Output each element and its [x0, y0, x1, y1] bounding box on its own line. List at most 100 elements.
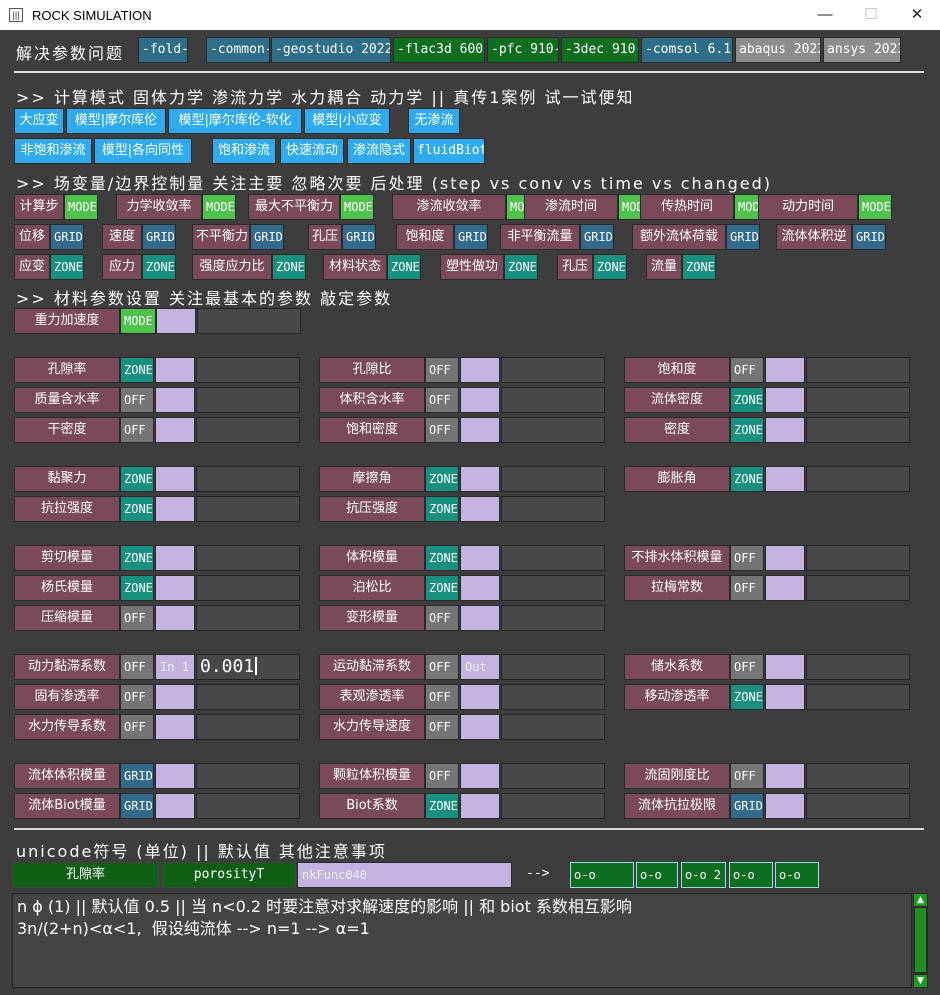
param-value-input[interactable]: [196, 684, 300, 710]
param-io-slot[interactable]: [460, 357, 500, 383]
param-mode-tag[interactable]: OFF: [730, 545, 764, 571]
param-button[interactable]: 变形模量: [319, 605, 425, 631]
param-button[interactable]: 流体体积模量: [14, 763, 120, 789]
param-value-input[interactable]: [501, 714, 605, 740]
param-mode-tag[interactable]: ZONE: [425, 496, 459, 522]
param-mode-tag[interactable]: ZONE: [730, 466, 764, 492]
mode-mohr-coulomb[interactable]: 模型|摩尔库伦: [66, 108, 166, 134]
field-var-tag[interactable]: GRID: [852, 224, 886, 250]
param-value-input[interactable]: [196, 575, 300, 601]
param-mode-tag[interactable]: ZONE: [730, 387, 764, 413]
param-io-slot[interactable]: [460, 466, 500, 492]
param-value-input[interactable]: [501, 605, 605, 631]
notes-textarea[interactable]: n ϕ (1) || 默认值 0.5 || 当 n<0.2 时要注意对求解速度的…: [12, 893, 912, 988]
field-var-tag[interactable]: ZONE: [142, 254, 176, 280]
param-button[interactable]: 动力黏滞系数: [14, 654, 120, 680]
field-var-button[interactable]: 渗流时间: [524, 194, 618, 220]
param-button[interactable]: 膨胀角: [624, 466, 730, 492]
param-mode-tag[interactable]: OFF: [425, 387, 459, 413]
param-mode-tag[interactable]: ZONE: [120, 545, 154, 571]
param-mode-tag[interactable]: OFF: [120, 714, 154, 740]
param-io-slot[interactable]: [155, 684, 195, 710]
param-mode-tag[interactable]: OFF: [425, 763, 459, 789]
param-io-slot[interactable]: [460, 545, 500, 571]
field-var-tag[interactable]: ZONE: [593, 254, 627, 280]
param-value-input[interactable]: [501, 496, 605, 522]
minimize-button[interactable]: —: [802, 0, 848, 30]
param-value-input[interactable]: [196, 714, 300, 740]
param-value-input[interactable]: 0.001: [196, 654, 300, 680]
param-value-input[interactable]: [806, 357, 910, 383]
param-value-input[interactable]: [501, 763, 605, 789]
field-var-tag[interactable]: GRID: [250, 224, 284, 250]
param-mode-tag[interactable]: ZONE: [120, 575, 154, 601]
param-mode-tag[interactable]: OFF: [730, 357, 764, 383]
init-button[interactable]: o-o init: [570, 862, 634, 906]
param-value-input[interactable]: [196, 466, 300, 492]
mode-isotropic[interactable]: 模型|各向同性: [94, 138, 192, 164]
param-value-input[interactable]: [196, 545, 300, 571]
scroll-down-icon[interactable]: ▼: [914, 975, 927, 987]
mode-large-strain[interactable]: 大应变: [14, 108, 64, 134]
param-value-input[interactable]: [501, 357, 605, 383]
param-io-slot[interactable]: [155, 496, 195, 522]
param-mode-tag[interactable]: OFF: [425, 605, 459, 631]
param-button[interactable]: 水力传导系数: [14, 714, 120, 740]
param-mode-tag[interactable]: OFF: [120, 654, 154, 680]
tab-abaqus[interactable]: abaqus 2022: [735, 37, 821, 63]
param-io-slot[interactable]: [155, 575, 195, 601]
param-button[interactable]: 流体抗拉极限: [624, 793, 730, 819]
param-mode-tag[interactable]: OFF: [425, 654, 459, 680]
param-io-slot[interactable]: [765, 357, 805, 383]
param-value-input[interactable]: [806, 684, 910, 710]
param-button[interactable]: 剪切模量: [14, 545, 120, 571]
field-var-tag[interactable]: GRID: [580, 224, 614, 250]
field-var-button[interactable]: 应变: [14, 254, 50, 280]
param-value-input[interactable]: [806, 763, 910, 789]
close-button[interactable]: ✕: [894, 0, 940, 30]
field-var-button[interactable]: 强度应力比: [192, 254, 272, 280]
param-mode-tag[interactable]: ZONE: [425, 466, 459, 492]
mode-fluid-biot[interactable]: fluidBiot: [413, 138, 485, 164]
field-var-tag[interactable]: MODE: [858, 194, 892, 220]
param-value-input[interactable]: [806, 654, 910, 680]
param-button[interactable]: 流固刚度比: [624, 763, 730, 789]
param-mode-tag[interactable]: OFF: [425, 417, 459, 443]
field-var-button[interactable]: 最大不平衡力: [248, 194, 340, 220]
step3-button[interactable]: o-o 3: [729, 862, 773, 906]
param-gravity-tag[interactable]: MODE: [120, 308, 156, 334]
param-mode-tag[interactable]: ZONE: [120, 496, 154, 522]
param-value-input[interactable]: [501, 793, 605, 819]
field-var-tag[interactable]: GRID: [342, 224, 376, 250]
param-io-slot[interactable]: [155, 605, 195, 631]
param-io-slot[interactable]: [460, 387, 500, 413]
param-gravity-slot[interactable]: [156, 308, 196, 334]
param-value-input[interactable]: [806, 387, 910, 413]
mode-fast-flow[interactable]: 快速流动: [280, 138, 344, 164]
param-button[interactable]: 颗粒体积模量: [319, 763, 425, 789]
param-button[interactable]: 流体Biot模量: [14, 793, 120, 819]
scroll-thumb[interactable]: [915, 908, 926, 972]
field-var-tag[interactable]: ZONE: [50, 254, 84, 280]
field-var-button[interactable]: 位移: [14, 224, 50, 250]
field-var-tag[interactable]: GRID: [142, 224, 176, 250]
notes-scrollbar[interactable]: ▲ ▼: [913, 893, 928, 988]
param-io-slot[interactable]: [155, 793, 195, 819]
param-button[interactable]: 孔隙比: [319, 357, 425, 383]
field-var-tag[interactable]: GRID: [50, 224, 84, 250]
param-button[interactable]: 泊松比: [319, 575, 425, 601]
param-button[interactable]: 孔隙率: [14, 357, 120, 383]
field-var-button[interactable]: 饱和度: [396, 224, 454, 250]
mode-no-flow[interactable]: 无渗流: [408, 108, 460, 134]
mode-saturated-flow[interactable]: 饱和渗流: [212, 138, 276, 164]
param-button[interactable]: 黏聚力: [14, 466, 120, 492]
param-io-slot[interactable]: [460, 793, 500, 819]
field-var-tag[interactable]: ZONE: [387, 254, 421, 280]
param-value-input[interactable]: [501, 545, 605, 571]
maximize-button[interactable]: ☐: [848, 0, 894, 30]
field-var-button[interactable]: 非平衡流量: [500, 224, 580, 250]
param-value-input[interactable]: [196, 793, 300, 819]
param-mode-tag[interactable]: OFF: [425, 684, 459, 710]
selected-param-func[interactable]: nkFunc040: [297, 862, 512, 888]
param-button[interactable]: 不排水体积模量: [624, 545, 730, 571]
